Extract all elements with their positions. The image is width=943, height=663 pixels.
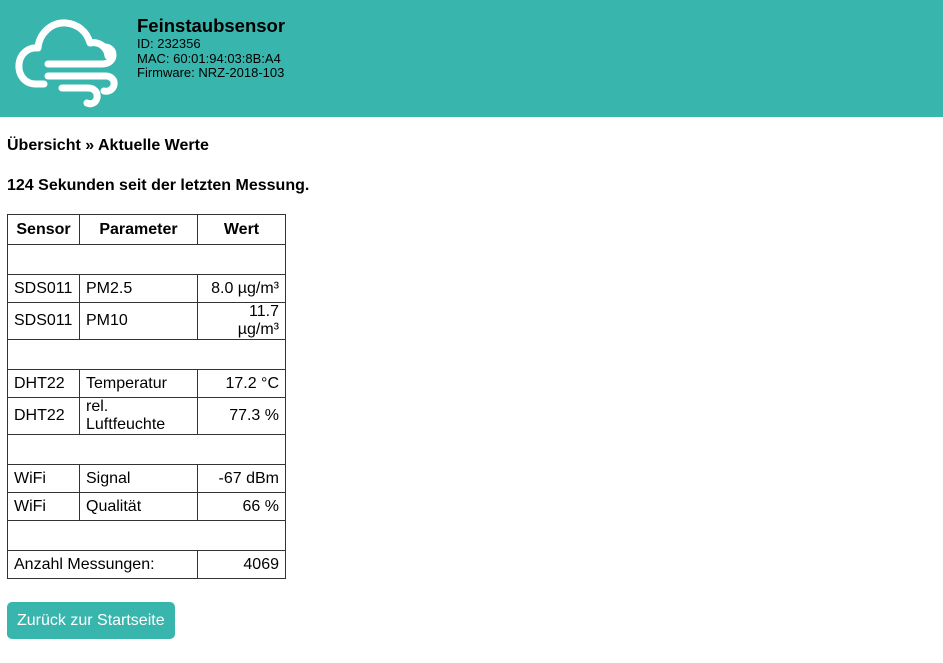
firmware-version: Firmware: NRZ-2018-103 [137, 65, 285, 80]
parameter-cell: Signal [79, 464, 198, 493]
page-header: Feinstaubsensor ID: 232356 MAC: 60:01:94… [0, 0, 943, 117]
parameter-cell: Temperatur [79, 369, 198, 398]
sensor-values-table: Sensor Parameter Wert SDS011 PM2.5 8.0 µ… [7, 214, 286, 579]
table-header-row: Sensor Parameter Wert [7, 214, 286, 245]
device-id: ID: 232356 [137, 36, 201, 51]
spacer-row [7, 520, 286, 551]
measurement-count-value: 4069 [197, 550, 286, 579]
parameter-cell: PM10 [79, 302, 198, 340]
sensor-cell: SDS011 [7, 302, 80, 340]
measurement-count-row: Anzahl Messungen: 4069 [7, 550, 286, 579]
measurement-count-label: Anzahl Messungen: [7, 550, 198, 579]
cloud-wind-icon [15, 19, 118, 108]
sensor-cell: SDS011 [7, 274, 80, 303]
table-row: DHT22 rel. Luftfeuchte 77.3 % [7, 397, 286, 435]
table-row: WiFi Signal -67 dBm [7, 464, 286, 493]
sensor-cell: DHT22 [7, 369, 80, 398]
table-row: SDS011 PM10 11.7 µg/m³ [7, 302, 286, 340]
value-cell: 11.7 µg/m³ [197, 302, 286, 340]
parameter-cell: Qualität [79, 492, 198, 521]
parameter-cell: PM2.5 [79, 274, 198, 303]
table-row: SDS011 PM2.5 8.0 µg/m³ [7, 274, 286, 303]
value-cell: 8.0 µg/m³ [197, 274, 286, 303]
column-header-value: Wert [197, 214, 286, 245]
table-row: WiFi Qualität 66 % [7, 492, 286, 521]
spacer-row [7, 434, 286, 465]
column-header-sensor: Sensor [7, 214, 80, 245]
back-to-home-button[interactable]: Zurück zur Startseite [7, 602, 175, 639]
spacer-row [7, 244, 286, 275]
spacer-row [7, 339, 286, 370]
device-info: Feinstaubsensor ID: 232356 MAC: 60:01:94… [137, 15, 285, 81]
parameter-cell: rel. Luftfeuchte [79, 397, 198, 435]
device-mac: MAC: 60:01:94:03:8B:A4 [137, 50, 281, 66]
last-measurement-status: 124 Sekunden seit der letzten Messung. [7, 177, 310, 194]
page-title: Feinstaubsensor [137, 15, 286, 36]
value-cell: 66 % [197, 492, 286, 521]
sensor-cell: WiFi [7, 464, 80, 493]
value-cell: 77.3 % [197, 397, 286, 435]
breadcrumb: Übersicht » Aktuelle Werte [7, 137, 209, 154]
table-row: DHT22 Temperatur 17.2 °C [7, 369, 286, 398]
column-header-parameter: Parameter [79, 214, 198, 245]
value-cell: -67 dBm [197, 464, 286, 493]
sensor-cell: DHT22 [7, 397, 80, 435]
sensor-cell: WiFi [7, 492, 80, 521]
value-cell: 17.2 °C [197, 369, 286, 398]
